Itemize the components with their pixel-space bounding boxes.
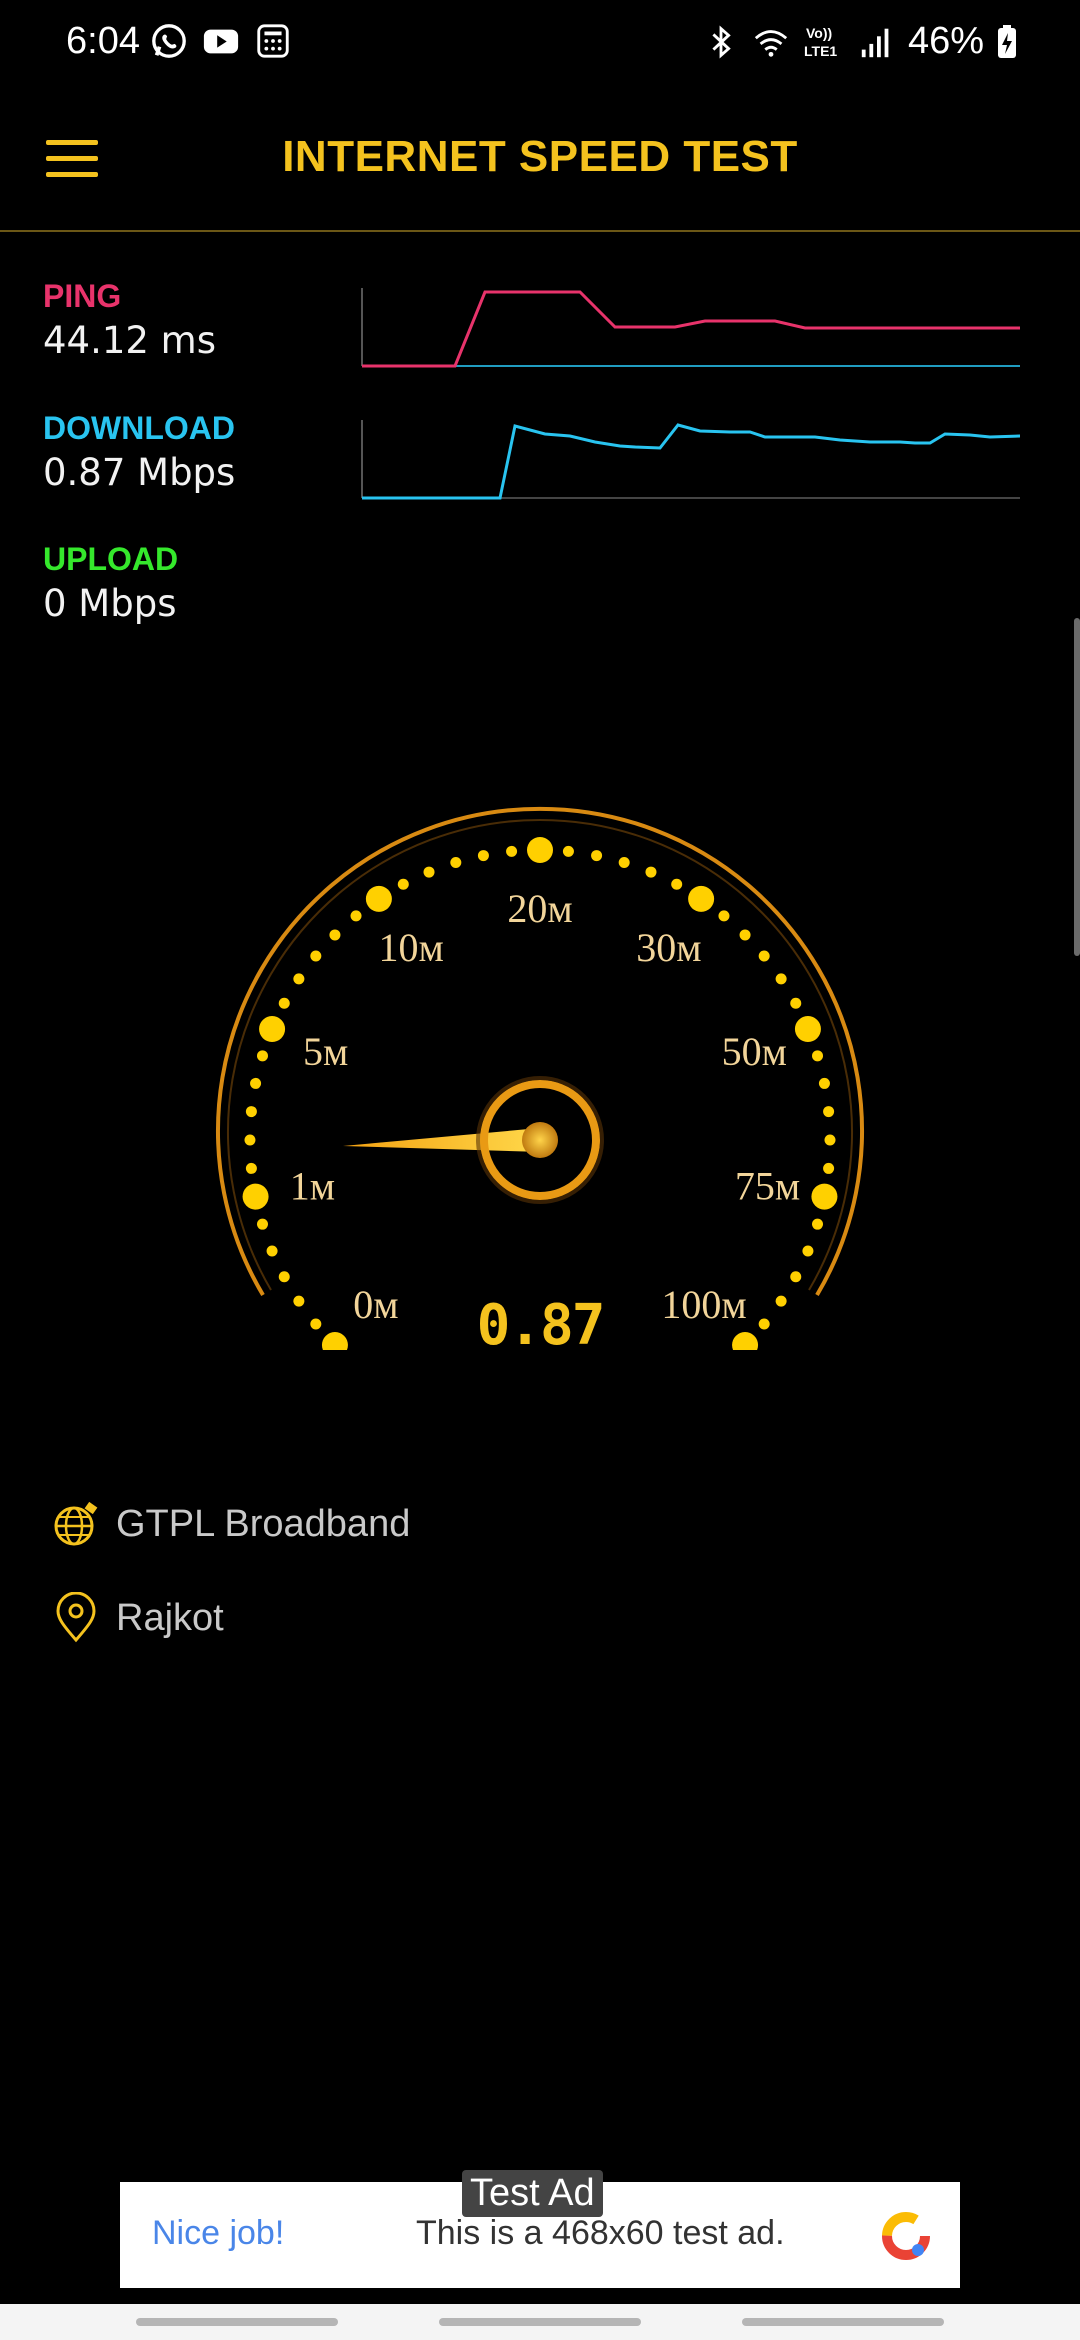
gauge-minor-dot	[758, 950, 770, 962]
ping-label: PING	[43, 278, 122, 314]
gauge-minor-dot	[823, 1106, 835, 1118]
gauge-minor-dot	[739, 929, 751, 941]
gauge-minor-dot	[329, 929, 341, 941]
gauge-minor-dot	[506, 845, 518, 857]
upload-metric: UPLOAD 0 Mbps	[43, 541, 178, 625]
gauge-minor-dot	[477, 850, 489, 862]
isp-name: GTPL Broadband	[116, 1502, 411, 1545]
gauge-minor-dot	[245, 1106, 257, 1118]
gauge-major-dot	[811, 1183, 838, 1210]
location-row: Rajkot	[52, 1592, 224, 1644]
gauge-tick-label: 75м	[735, 1163, 800, 1208]
gauge-major-dot	[794, 1016, 821, 1043]
location-name: Rajkot	[116, 1596, 224, 1639]
whatsapp-icon	[152, 24, 186, 58]
speedometer-gauge: 0м1м5м10м20м30м50м75м100м	[216, 806, 864, 1350]
gauge-minor-dot	[278, 997, 290, 1009]
volte-lte1-icon: Vo)) LTE1	[804, 25, 837, 59]
gauge-tick-label: 10м	[378, 925, 443, 970]
gauge-minor-dot	[671, 878, 683, 890]
gauge-minor-dot	[310, 950, 322, 962]
bluetooth-icon	[712, 25, 731, 58]
gauge-minor-dot	[618, 856, 630, 868]
gauge-major-dot	[242, 1183, 269, 1210]
app-header: INTERNET SPEED TEST	[0, 90, 1080, 232]
speed-readout: 0.87	[476, 1293, 606, 1358]
gauge-minor-dot	[256, 1218, 268, 1230]
gauge-minor-dot	[266, 1245, 278, 1257]
ping-value: 44.12 ms	[43, 319, 217, 362]
globe-satellite-icon	[54, 1501, 98, 1546]
gauge-hub	[522, 1122, 558, 1158]
ping-metric: PING 44.12 ms	[43, 278, 216, 362]
download-metric: DOWNLOAD 0.87 Mbps	[43, 410, 235, 494]
ad-logo-icon[interactable]	[880, 2210, 932, 2262]
signal-icon	[861, 28, 889, 57]
battery-charging-icon	[998, 24, 1016, 58]
gauge-minor-dot	[790, 1271, 802, 1283]
status-time: 6:04	[66, 20, 140, 62]
wifi-icon	[754, 29, 788, 57]
gauge-minor-dot	[350, 910, 362, 922]
notification-icons	[150, 22, 292, 60]
ad-headline[interactable]: Nice job!	[152, 2214, 284, 2253]
svg-text:LTE1: LTE1	[804, 43, 837, 59]
gauge-minor-dot	[818, 1077, 830, 1089]
gauge-major-dot	[365, 885, 392, 912]
ad-body[interactable]: This is a 468x60 test ad.	[416, 2214, 785, 2253]
gauge-minor-dot	[645, 866, 657, 878]
gauge-minor-dot	[824, 1134, 836, 1146]
gauge-tick-label: 20м	[507, 886, 572, 931]
status-bar: 6:04 Vo)) LTE1 46%	[0, 0, 1080, 90]
youtube-icon	[203, 29, 239, 54]
system-nav-bar	[0, 2304, 1080, 2340]
download-value: 0.87 Mbps	[43, 451, 236, 494]
gauge-minor-dot	[775, 973, 787, 985]
system-status: Vo)) LTE1 46%	[702, 20, 1018, 63]
scrollbar[interactable]	[1074, 618, 1080, 956]
gauge-major-dot	[259, 1016, 286, 1043]
gauge-minor-dot	[245, 1162, 257, 1174]
gauge-minor-dot	[450, 856, 462, 868]
gauge-minor-dot	[423, 866, 435, 878]
download-graph	[361, 420, 1020, 500]
isp-row: GTPL Broadband	[52, 1500, 410, 1548]
gauge-major-dot	[527, 837, 553, 863]
gauge-tick-label: 50м	[722, 1029, 787, 1074]
gauge-minor-dot	[718, 910, 730, 922]
gauge-minor-dot	[293, 973, 305, 985]
gauge-minor-dot	[244, 1134, 256, 1146]
gauge-minor-dot	[812, 1050, 824, 1062]
location-pin-icon	[56, 1592, 96, 1643]
nav-home[interactable]	[439, 2318, 641, 2326]
battery-percent: 46%	[907, 20, 984, 62]
gauge-major-dot	[688, 885, 715, 912]
ping-graph	[361, 288, 1020, 368]
gauge-minor-dot	[278, 1271, 290, 1283]
gauge-minor-dot	[812, 1218, 824, 1230]
svg-text:Vo)): Vo))	[806, 25, 832, 41]
gauge-minor-dot	[802, 1245, 814, 1257]
nav-back[interactable]	[742, 2318, 944, 2326]
gauge-tick-label: 30м	[636, 925, 701, 970]
test-ad-tag: Test Ad	[462, 2170, 603, 2217]
gauge-minor-dot	[250, 1077, 262, 1089]
page-title: INTERNET SPEED TEST	[282, 132, 798, 181]
gauge-tick-label: 5м	[303, 1029, 348, 1074]
upload-value: 0 Mbps	[43, 582, 177, 625]
gauge-minor-dot	[591, 850, 603, 862]
gauge-minor-dot	[790, 997, 802, 1009]
gauge-minor-dot	[562, 845, 574, 857]
gauge-minor-dot	[256, 1050, 268, 1062]
gauge-tick-label: 1м	[290, 1163, 335, 1208]
download-label: DOWNLOAD	[43, 410, 235, 446]
calculator-icon	[257, 24, 289, 58]
gauge-needle	[343, 1128, 542, 1152]
nav-recents[interactable]	[136, 2318, 338, 2326]
upload-label: UPLOAD	[43, 541, 179, 577]
gauge-minor-dot	[397, 878, 409, 890]
gauge-minor-dot	[823, 1162, 835, 1174]
